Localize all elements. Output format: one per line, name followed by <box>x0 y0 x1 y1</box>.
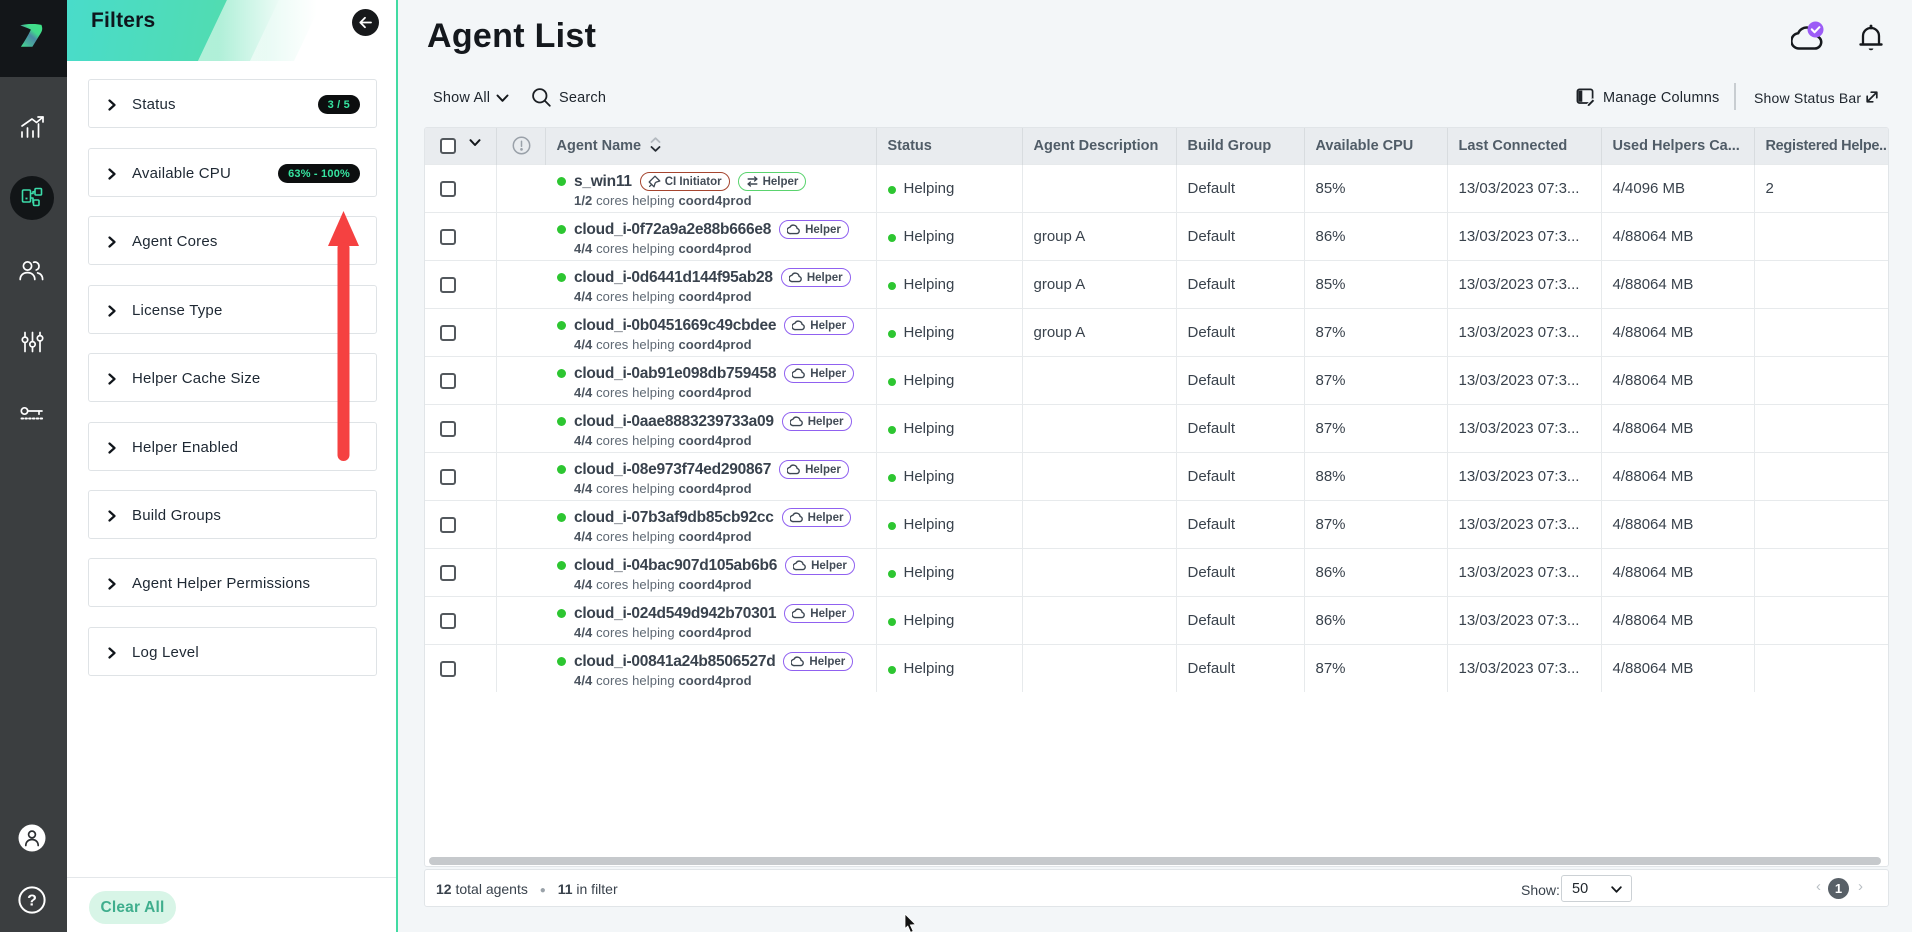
svg-text:?: ? <box>27 893 37 910</box>
